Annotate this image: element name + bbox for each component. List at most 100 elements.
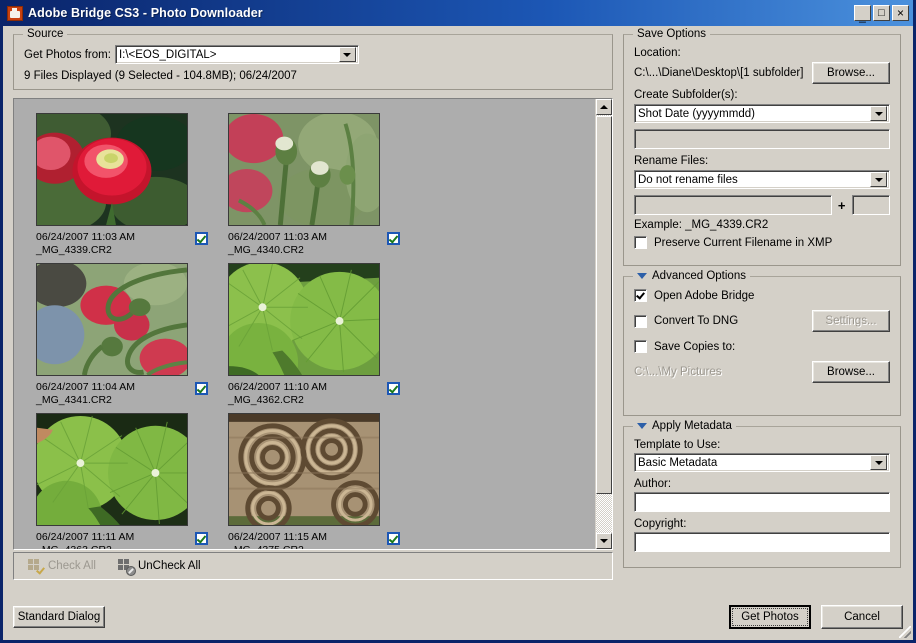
uncheck-all-label: UnCheck All xyxy=(138,560,201,572)
thumbnail-filename: _MG_4362.CR2 xyxy=(228,394,387,407)
copies-path-text: C:\...\My Pictures xyxy=(634,366,722,378)
right-column: Save Options Location: C:\...\Diane\Desk… xyxy=(623,34,901,590)
rename-files-dropdown[interactable]: Do not rename files xyxy=(634,170,890,189)
thumbnail-scroll-area: 06/24/2007 11:03 AM _MG_4339.CR2 xyxy=(14,99,595,549)
convert-dng-row: Convert To DNG Settings... xyxy=(634,310,890,332)
cancel-button[interactable]: Cancel xyxy=(821,605,903,629)
thumbnail-date: 06/24/2007 11:03 AM xyxy=(228,231,387,244)
uncheck-all-button[interactable]: UnCheck All xyxy=(118,559,201,573)
thumbnail-checkbox[interactable] xyxy=(195,382,208,395)
scrollbar-thumb[interactable] xyxy=(596,116,612,494)
source-group: Source Get Photos from: I:\<EOS_DIGITAL>… xyxy=(13,34,613,90)
dialog-footer: Standard Dialog Get Photos Cancel xyxy=(13,602,903,632)
thumbnail-checkbox[interactable] xyxy=(387,382,400,395)
close-icon: × xyxy=(897,7,904,19)
thumbnail-filename: _MG_4375.CR2 xyxy=(228,544,387,549)
copyright-input[interactable] xyxy=(634,532,890,552)
thumbnail-cell[interactable]: 06/24/2007 11:04 AM _MG_4341.CR2 xyxy=(32,263,224,407)
thumbnail-image[interactable] xyxy=(228,413,380,526)
scroll-up-button[interactable] xyxy=(596,99,612,115)
create-subfolder-value: Shot Date (yyyymmdd) xyxy=(638,108,870,120)
rename-text-input[interactable] xyxy=(634,195,832,215)
scroll-down-button[interactable] xyxy=(596,533,612,549)
chevron-down-icon[interactable] xyxy=(870,455,887,470)
window-controls: _ □ × xyxy=(854,5,911,21)
location-browse-button[interactable]: Browse... xyxy=(812,62,890,84)
photo-downloader-window: Adobe Bridge CS3 - Photo Downloader _ □ … xyxy=(0,0,916,643)
preserve-filename-row[interactable]: Preserve Current Filename in XMP xyxy=(634,236,890,249)
apply-metadata-legend[interactable]: Apply Metadata xyxy=(633,420,736,432)
thumbnail-cell[interactable]: 06/24/2007 11:03 AM _MG_4340.CR2 xyxy=(224,113,416,257)
thumbnail-cell[interactable]: 06/24/2007 11:15 AM _MG_4375.CR2 xyxy=(224,413,416,549)
template-dropdown[interactable]: Basic Metadata xyxy=(634,453,890,472)
chevron-down-icon[interactable] xyxy=(870,172,887,187)
thumbnail-image[interactable] xyxy=(36,263,188,376)
resize-grip[interactable] xyxy=(899,626,911,638)
minimize-button[interactable]: _ xyxy=(854,5,871,21)
thumbnail-date: 06/24/2007 11:04 AM xyxy=(36,381,195,394)
create-subfolder-dropdown[interactable]: Shot Date (yyyymmdd) xyxy=(634,104,890,123)
apply-metadata-label: Apply Metadata xyxy=(652,420,732,432)
save-copies-row[interactable]: Save Copies to: xyxy=(634,340,890,353)
thumbnail-date: 06/24/2007 11:03 AM xyxy=(36,231,195,244)
thumbnail-meta: 06/24/2007 11:04 AM _MG_4341.CR2 xyxy=(32,381,224,407)
location-label: Location: xyxy=(634,47,890,59)
chevron-down-icon xyxy=(600,539,608,543)
thumbnail-checkbox[interactable] xyxy=(387,532,400,545)
dng-settings-button[interactable]: Settings... xyxy=(812,310,890,332)
thumbnail-checkbox[interactable] xyxy=(387,232,400,245)
thumbnail-image[interactable] xyxy=(36,413,188,526)
thumbnail-cell[interactable]: 06/24/2007 11:11 AM _MG_4363.CR2 xyxy=(32,413,224,549)
convert-dng-check-group[interactable]: Convert To DNG xyxy=(634,315,738,328)
advanced-options-label: Advanced Options xyxy=(652,270,746,282)
convert-dng-checkbox[interactable] xyxy=(634,315,647,328)
author-label: Author: xyxy=(634,478,890,490)
chevron-down-icon[interactable] xyxy=(339,47,356,62)
save-copies-checkbox[interactable] xyxy=(634,340,647,353)
open-bridge-checkbox[interactable] xyxy=(634,289,647,302)
title-bar: Adobe Bridge CS3 - Photo Downloader _ □ … xyxy=(3,0,913,26)
plus-sign: + xyxy=(838,198,846,213)
chevron-down-icon[interactable] xyxy=(870,106,887,121)
thumbnail-checkbox[interactable] xyxy=(195,532,208,545)
check-all-button[interactable]: Check All xyxy=(28,559,96,573)
thumbnail-date: 06/24/2007 11:11 AM xyxy=(36,531,195,544)
get-photos-button[interactable]: Get Photos xyxy=(729,605,811,629)
thumbnail-image[interactable] xyxy=(36,113,188,226)
maximize-button[interactable]: □ xyxy=(873,5,890,21)
thumbnail-scrollbar[interactable] xyxy=(595,99,612,549)
copies-path-row: C:\...\My Pictures Browse... xyxy=(634,361,890,383)
custom-subfolder-input[interactable] xyxy=(634,129,890,149)
apply-metadata-group: Apply Metadata Template to Use: Basic Me… xyxy=(623,426,901,568)
author-input[interactable] xyxy=(634,492,890,512)
preserve-filename-checkbox[interactable] xyxy=(634,236,647,249)
open-bridge-row[interactable]: Open Adobe Bridge xyxy=(634,289,890,302)
location-row: C:\...\Diane\Desktop\[1 subfolder] Brows… xyxy=(634,62,890,84)
copyright-label: Copyright: xyxy=(634,518,890,530)
thumbnail-meta: 06/24/2007 11:11 AM _MG_4363.CR2 xyxy=(32,531,224,549)
rename-inputs-row: + xyxy=(634,195,890,215)
thumbnail-image[interactable] xyxy=(228,263,380,376)
close-button[interactable]: × xyxy=(892,5,909,21)
check-all-icon xyxy=(28,559,43,573)
thumbnail-grid: 06/24/2007 11:03 AM _MG_4339.CR2 xyxy=(14,99,595,549)
thumbnail-image[interactable] xyxy=(228,113,380,226)
left-column: Source Get Photos from: I:\<EOS_DIGITAL>… xyxy=(13,34,613,590)
thumbnail-checkbox[interactable] xyxy=(195,232,208,245)
uncheck-all-icon xyxy=(118,559,133,573)
get-photos-label: Get Photos from: xyxy=(24,49,111,61)
rename-number-input[interactable] xyxy=(852,195,891,215)
source-legend: Source xyxy=(23,28,67,40)
thumbnail-meta: 06/24/2007 11:03 AM _MG_4339.CR2 xyxy=(32,231,224,257)
advanced-options-legend[interactable]: Advanced Options xyxy=(633,270,750,282)
get-photos-label: Get Photos xyxy=(732,608,808,626)
standard-dialog-button[interactable]: Standard Dialog xyxy=(13,606,105,628)
source-device-dropdown[interactable]: I:\<EOS_DIGITAL> xyxy=(115,45,359,64)
thumbnail-cell[interactable]: 06/24/2007 11:10 AM _MG_4362.CR2 xyxy=(224,263,416,407)
location-path: C:\...\Diane\Desktop\[1 subfolder] xyxy=(634,67,803,79)
thumbnail-cell[interactable]: 06/24/2007 11:03 AM _MG_4339.CR2 xyxy=(32,113,224,257)
thumbnail-meta: 06/24/2007 11:03 AM _MG_4340.CR2 xyxy=(224,231,416,257)
copies-browse-button[interactable]: Browse... xyxy=(812,361,890,383)
thumbnail-date: 06/24/2007 11:15 AM xyxy=(228,531,387,544)
window-title: Adobe Bridge CS3 - Photo Downloader xyxy=(28,6,854,20)
